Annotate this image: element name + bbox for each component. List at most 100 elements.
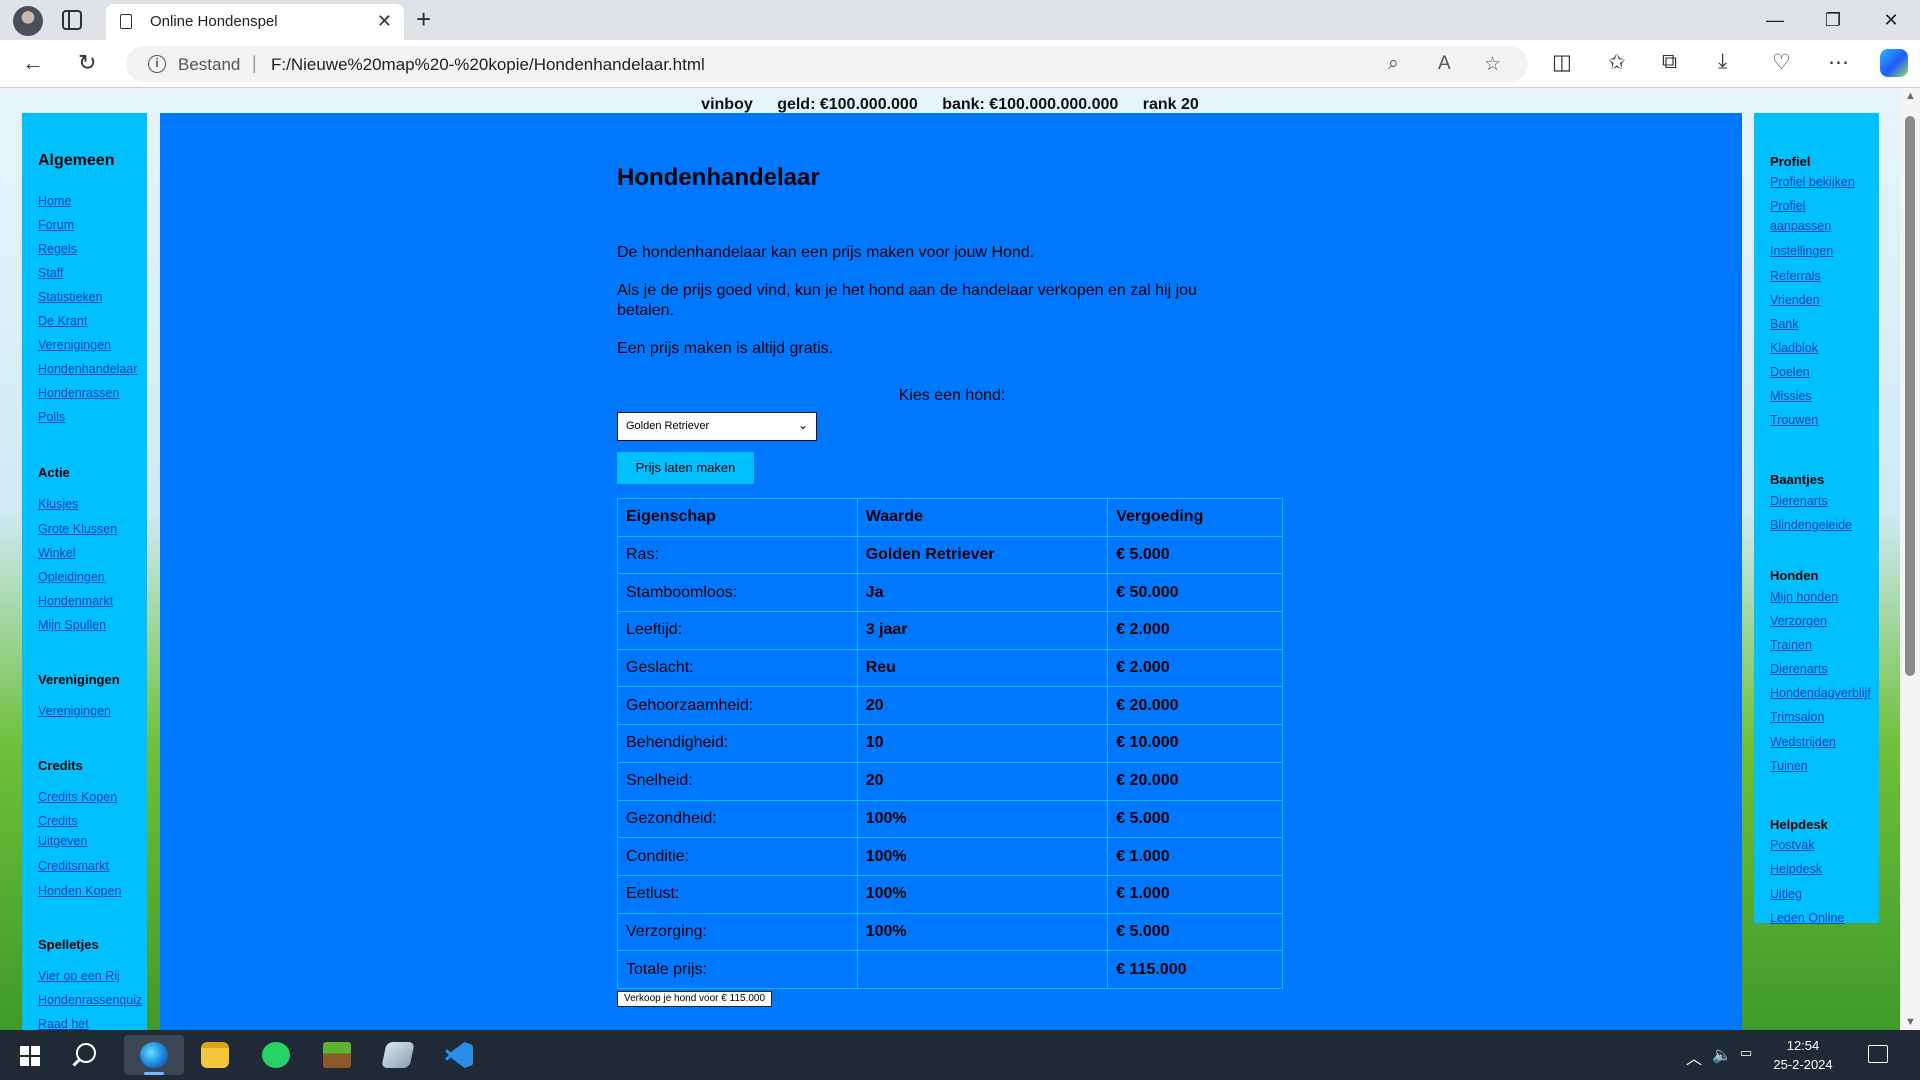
property-cell: Ras: bbox=[617, 535, 858, 575]
taskbar-app[interactable] bbox=[368, 1035, 428, 1075]
profile-avatar[interactable] bbox=[13, 6, 43, 36]
browser-tab[interactable]: Online Hondenspel ✕ bbox=[106, 4, 404, 40]
sidebar-link-vier-op-een-rij[interactable]: Vier op een Rij bbox=[38, 966, 120, 986]
url-text[interactable]: F:/Nieuwe%20map%20-%20kopie/Hondenhandel… bbox=[271, 55, 705, 75]
browser-essentials-icon[interactable]: ♡ bbox=[1772, 50, 1791, 75]
sidebar-link-blindengeleide[interactable]: Blindengeleide bbox=[1770, 515, 1852, 535]
sidebar-link-vrienden[interactable]: Vrienden bbox=[1770, 290, 1820, 310]
sidebar-link-helpdesk[interactable]: Helpdesk bbox=[1770, 859, 1822, 879]
sidebar-link-dierenarts[interactable]: Dierenarts bbox=[1770, 659, 1828, 679]
tray-chevron-up-icon[interactable]: ︿ bbox=[1686, 1045, 1702, 1069]
sidebar-link-grote-klussen[interactable]: Grote Klussen bbox=[38, 519, 117, 539]
sidebar-link-raad-het[interactable]: Raad het bbox=[38, 1014, 89, 1030]
scroll-thumb[interactable] bbox=[1905, 116, 1915, 676]
sidebar-link-staff[interactable]: Staff bbox=[38, 263, 63, 283]
sidebar-link-doelen[interactable]: Doelen bbox=[1770, 362, 1810, 382]
sidebar-link-instellingen[interactable]: Instellingen bbox=[1770, 241, 1833, 261]
maximize-icon[interactable]: ❐ bbox=[1810, 6, 1856, 34]
column-header: Waarde bbox=[856, 498, 1109, 537]
taskbar-whatsapp[interactable] bbox=[246, 1035, 306, 1075]
property-cell: Leeftijd: bbox=[617, 611, 858, 650]
fee-cell: € 20.000 bbox=[1107, 761, 1283, 801]
search-icon[interactable] bbox=[76, 1043, 96, 1063]
taskbar-file-explorer[interactable] bbox=[185, 1035, 245, 1075]
taskbar-minecraft[interactable] bbox=[307, 1035, 367, 1075]
zoom-icon[interactable]: ⌕ bbox=[1388, 53, 1399, 75]
sidebar-link-mijn-honden[interactable]: Mijn honden bbox=[1770, 587, 1838, 607]
sidebar-link-verenigingen-2[interactable]: Verenigingen bbox=[38, 701, 111, 721]
clock[interactable]: 12:54 25-2-2024 bbox=[1758, 1036, 1848, 1074]
sidebar-link-leden-online[interactable]: Leden Online bbox=[1770, 908, 1844, 928]
property-cell: Snelheid: bbox=[617, 761, 858, 801]
favorite-star-icon[interactable]: ☆ bbox=[1484, 53, 1501, 76]
more-options-icon[interactable]: ⋯ bbox=[1828, 50, 1849, 75]
sidebar-link-hondenmarkt[interactable]: Hondenmarkt bbox=[38, 591, 113, 611]
sidebar-link-regels[interactable]: Regels bbox=[38, 239, 77, 259]
sidebar-link-home[interactable]: Home bbox=[38, 191, 71, 211]
split-screen-icon[interactable]: ◫ bbox=[1552, 50, 1572, 75]
sidebar-link-profiel-aanpassen-2[interactable]: aanpassen bbox=[1770, 216, 1831, 236]
sidebar-link-credits-uitgeven[interactable]: Credits bbox=[38, 811, 78, 831]
sidebar-link-polls[interactable]: Polls bbox=[38, 407, 65, 427]
sidebar-link-bank[interactable]: Bank bbox=[1770, 314, 1799, 334]
downloads-icon[interactable]: ⤓ bbox=[1718, 50, 1727, 74]
sidebar-link-de-krant[interactable]: De Krant bbox=[38, 311, 87, 331]
sidebar-link-opleidingen[interactable]: Opleidingen bbox=[38, 567, 105, 587]
sell-dog-button[interactable]: Verkoop je hond voor € 115.000 bbox=[617, 991, 773, 1007]
sidebar-link-statistieken[interactable]: Statistieken bbox=[38, 287, 103, 307]
sidebar-link-verzorgen[interactable]: Verzorgen bbox=[1770, 611, 1827, 631]
sidebar-link-credits-uitgeven-2[interactable]: Uitgeven bbox=[38, 831, 87, 851]
scroll-up-icon[interactable]: ▲ bbox=[1905, 90, 1916, 102]
network-icon[interactable]: ▭ bbox=[1740, 1045, 1752, 1061]
info-icon[interactable]: i bbox=[148, 55, 166, 73]
address-bar[interactable]: i Bestand | F:/Nieuwe%20map%20-%20kopie/… bbox=[126, 46, 1528, 82]
property-cell: Totale prijs: bbox=[617, 950, 858, 989]
taskbar-edge[interactable] bbox=[124, 1035, 184, 1075]
sidebar-link-dierenarts-baan[interactable]: Dierenarts bbox=[1770, 491, 1828, 511]
read-aloud-icon[interactable]: A bbox=[1438, 53, 1451, 75]
sidebar-link-wedstrijden[interactable]: Wedstrijden bbox=[1770, 732, 1836, 752]
sidebar-link-missies[interactable]: Missies bbox=[1770, 386, 1812, 406]
collections-icon[interactable]: ⧉ bbox=[1662, 50, 1677, 74]
sidebar-link-profiel-bekijken[interactable]: Profiel bekijken bbox=[1770, 172, 1855, 192]
volume-icon[interactable]: 🔈 bbox=[1712, 1045, 1732, 1065]
new-tab-icon[interactable]: + bbox=[416, 4, 431, 35]
sidebar-link-postvak[interactable]: Postvak bbox=[1770, 835, 1814, 855]
sidebar-link-klusjes[interactable]: Klusjes bbox=[38, 494, 78, 514]
tab-actions-icon[interactable] bbox=[62, 10, 82, 30]
sidebar-link-profiel-aanpassen[interactable]: Profiel bbox=[1770, 196, 1805, 216]
scroll-down-icon[interactable]: ▼ bbox=[1905, 1016, 1916, 1028]
make-price-button[interactable]: Prijs laten maken bbox=[617, 452, 754, 484]
fee-cell: € 5.000 bbox=[1107, 799, 1283, 839]
page-scrollbar[interactable]: ▲ ▼ bbox=[1900, 88, 1920, 1030]
refresh-icon[interactable]: ↻ bbox=[78, 50, 96, 76]
sidebar-link-forum[interactable]: Forum bbox=[38, 215, 74, 235]
sidebar-link-trimsalon[interactable]: Trimsalon bbox=[1770, 707, 1824, 727]
sidebar-link-credits-kopen[interactable]: Credits Kopen bbox=[38, 787, 117, 807]
sidebar-link-winkel[interactable]: Winkel bbox=[38, 543, 76, 563]
windows-start-icon[interactable] bbox=[20, 1046, 40, 1066]
sidebar-link-hondenhandelaar[interactable]: Hondenhandelaar bbox=[38, 359, 137, 379]
back-icon[interactable]: ← bbox=[22, 50, 44, 76]
sidebar-link-mijn-spullen[interactable]: Mijn Spullen bbox=[38, 615, 106, 635]
notifications-icon[interactable] bbox=[1868, 1045, 1888, 1063]
sidebar-link-trouwen[interactable]: Trouwen bbox=[1770, 410, 1818, 430]
sidebar-link-honden-kopen[interactable]: Honden Kopen bbox=[38, 881, 121, 901]
dog-select[interactable]: Golden Retriever ⌄ bbox=[617, 412, 817, 441]
sidebar-link-creditsmarkt[interactable]: Creditsmarkt bbox=[38, 856, 109, 876]
sidebar-link-hondenrassen[interactable]: Hondenrassen bbox=[38, 383, 119, 403]
sidebar-link-kladblok[interactable]: Kladblok bbox=[1770, 338, 1818, 358]
copilot-icon[interactable] bbox=[1880, 49, 1908, 77]
favorites-icon[interactable]: ✩ bbox=[1608, 50, 1626, 75]
sidebar-link-referrals[interactable]: Referrals bbox=[1770, 266, 1821, 286]
taskbar-vscode[interactable] bbox=[429, 1035, 489, 1075]
sidebar-link-hondenrassenquiz[interactable]: Hondenrassenquiz bbox=[38, 990, 142, 1010]
sidebar-link-trainen[interactable]: Trainen bbox=[1770, 635, 1812, 655]
minimize-icon[interactable]: — bbox=[1752, 6, 1798, 34]
sidebar-link-verenigingen[interactable]: Verenigingen bbox=[38, 335, 111, 355]
close-icon[interactable]: ✕ bbox=[377, 11, 392, 32]
sidebar-link-tuinen[interactable]: Tuinen bbox=[1770, 756, 1808, 776]
window-close-icon[interactable]: ✕ bbox=[1868, 6, 1914, 34]
sidebar-link-hondendagverblijf[interactable]: Hondendagverblijf bbox=[1770, 683, 1871, 703]
sidebar-link-uitleg[interactable]: Uitleg bbox=[1770, 884, 1802, 904]
